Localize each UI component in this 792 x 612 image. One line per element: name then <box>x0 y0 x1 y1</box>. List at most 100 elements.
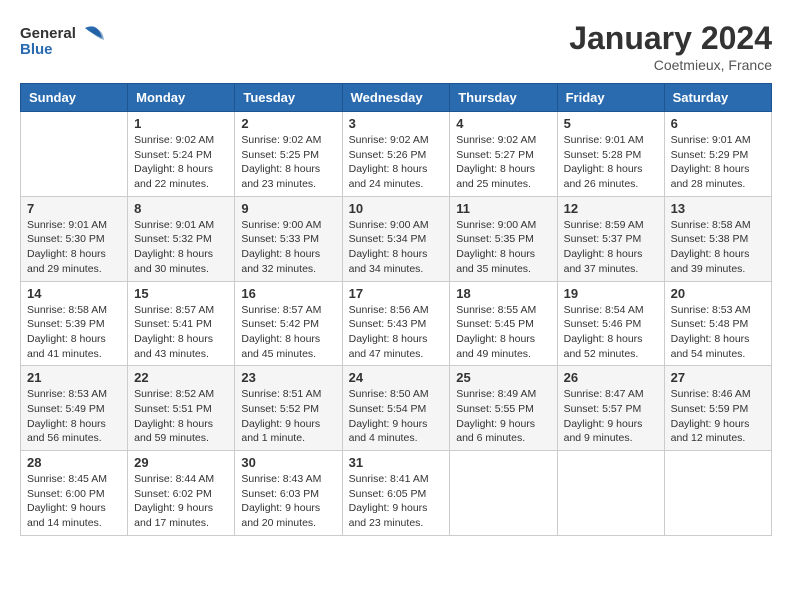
day-number: 31 <box>349 455 444 470</box>
day-cell: 24 Sunrise: 8:50 AMSunset: 5:54 PMDayligh… <box>342 366 450 451</box>
day-info: Sunrise: 9:00 AMSunset: 5:34 PMDaylight:… <box>349 218 444 277</box>
logo-svg: General Blue <box>20 20 110 62</box>
day-cell: 19 Sunrise: 8:54 AMSunset: 5:46 PMDayligh… <box>557 281 664 366</box>
day-info: Sunrise: 8:50 AMSunset: 5:54 PMDaylight:… <box>349 387 444 446</box>
weekday-header-tuesday: Tuesday <box>235 84 342 112</box>
day-info: Sunrise: 8:54 AMSunset: 5:46 PMDaylight:… <box>564 303 658 362</box>
day-info: Sunrise: 8:43 AMSunset: 6:03 PMDaylight:… <box>241 472 335 531</box>
day-cell: 26 Sunrise: 8:47 AMSunset: 5:57 PMDayligh… <box>557 366 664 451</box>
day-cell: 30 Sunrise: 8:43 AMSunset: 6:03 PMDayligh… <box>235 451 342 536</box>
day-cell <box>557 451 664 536</box>
calendar-table: SundayMondayTuesdayWednesdayThursdayFrid… <box>20 83 772 536</box>
day-info: Sunrise: 9:02 AMSunset: 5:24 PMDaylight:… <box>134 133 228 192</box>
day-cell: 14 Sunrise: 8:58 AMSunset: 5:39 PMDayligh… <box>21 281 128 366</box>
day-info: Sunrise: 9:02 AMSunset: 5:25 PMDaylight:… <box>241 133 335 192</box>
day-number: 17 <box>349 286 444 301</box>
day-cell: 16 Sunrise: 8:57 AMSunset: 5:42 PMDayligh… <box>235 281 342 366</box>
weekday-header-row: SundayMondayTuesdayWednesdayThursdayFrid… <box>21 84 772 112</box>
day-number: 6 <box>671 116 765 131</box>
day-info: Sunrise: 9:00 AMSunset: 5:35 PMDaylight:… <box>456 218 550 277</box>
weekday-header-wednesday: Wednesday <box>342 84 450 112</box>
week-row-5: 28 Sunrise: 8:45 AMSunset: 6:00 PMDayligh… <box>21 451 772 536</box>
page-header: General Blue January 2024 Coetmieux, Fra… <box>20 20 772 73</box>
day-cell: 3 Sunrise: 9:02 AMSunset: 5:26 PMDaylight… <box>342 112 450 197</box>
day-cell: 15Sunrise: 8:57 AMSunset: 5:41 PMDayligh… <box>128 281 235 366</box>
location-title: Coetmieux, France <box>569 57 772 73</box>
day-cell: 18 Sunrise: 8:55 AMSunset: 5:45 PMDayligh… <box>450 281 557 366</box>
weekday-header-thursday: Thursday <box>450 84 557 112</box>
day-cell: 25 Sunrise: 8:49 AMSunset: 5:55 PMDayligh… <box>450 366 557 451</box>
day-number: 7 <box>27 201 121 216</box>
day-number: 22 <box>134 370 228 385</box>
day-number: 19 <box>564 286 658 301</box>
day-info: Sunrise: 8:51 AMSunset: 5:52 PMDaylight:… <box>241 387 335 446</box>
day-cell: 10 Sunrise: 9:00 AMSunset: 5:34 PMDayligh… <box>342 196 450 281</box>
svg-text:General: General <box>20 25 76 42</box>
day-cell: 27Sunrise: 8:46 AMSunset: 5:59 PMDayligh… <box>664 366 771 451</box>
day-cell: 17 Sunrise: 8:56 AMSunset: 5:43 PMDayligh… <box>342 281 450 366</box>
day-info: Sunrise: 8:53 AMSunset: 5:49 PMDaylight:… <box>27 387 121 446</box>
day-cell: 4 Sunrise: 9:02 AMSunset: 5:27 PMDaylight… <box>450 112 557 197</box>
day-info: Sunrise: 8:55 AMSunset: 5:45 PMDaylight:… <box>456 303 550 362</box>
day-number: 30 <box>241 455 335 470</box>
day-cell: 5 Sunrise: 9:01 AMSunset: 5:28 PMDaylight… <box>557 112 664 197</box>
day-number: 10 <box>349 201 444 216</box>
day-number: 24 <box>349 370 444 385</box>
day-info: Sunrise: 8:57 AMSunset: 5:42 PMDaylight:… <box>241 303 335 362</box>
day-cell: 9 Sunrise: 9:00 AMSunset: 5:33 PMDaylight… <box>235 196 342 281</box>
day-cell: 6Sunrise: 9:01 AMSunset: 5:29 PMDaylight… <box>664 112 771 197</box>
week-row-1: 1 Sunrise: 9:02 AMSunset: 5:24 PMDaylight… <box>21 112 772 197</box>
day-cell: 12Sunrise: 8:59 AMSunset: 5:37 PMDayligh… <box>557 196 664 281</box>
day-info: Sunrise: 8:56 AMSunset: 5:43 PMDaylight:… <box>349 303 444 362</box>
day-number: 29 <box>134 455 228 470</box>
day-info: Sunrise: 8:44 AMSunset: 6:02 PMDaylight:… <box>134 472 228 531</box>
day-number: 4 <box>456 116 550 131</box>
day-info: Sunrise: 9:02 AMSunset: 5:26 PMDaylight:… <box>349 133 444 192</box>
day-info: Sunrise: 8:41 AMSunset: 6:05 PMDaylight:… <box>349 472 444 531</box>
day-cell: 13 Sunrise: 8:58 AMSunset: 5:38 PMDayligh… <box>664 196 771 281</box>
day-info: Sunrise: 9:02 AMSunset: 5:27 PMDaylight:… <box>456 133 550 192</box>
day-number: 13 <box>671 201 765 216</box>
day-number: 3 <box>349 116 444 131</box>
day-info: Sunrise: 8:58 AMSunset: 5:39 PMDaylight:… <box>27 303 121 362</box>
day-cell: 2Sunrise: 9:02 AMSunset: 5:25 PMDaylight… <box>235 112 342 197</box>
day-cell: 11 Sunrise: 9:00 AMSunset: 5:35 PMDayligh… <box>450 196 557 281</box>
day-info: Sunrise: 8:49 AMSunset: 5:55 PMDaylight:… <box>456 387 550 446</box>
day-number: 11 <box>456 201 550 216</box>
day-number: 16 <box>241 286 335 301</box>
day-number: 28 <box>27 455 121 470</box>
day-cell: 22Sunrise: 8:52 AMSunset: 5:51 PMDayligh… <box>128 366 235 451</box>
day-number: 21 <box>27 370 121 385</box>
day-cell: 21 Sunrise: 8:53 AMSunset: 5:49 PMDayligh… <box>21 366 128 451</box>
day-cell <box>450 451 557 536</box>
day-cell: 7 Sunrise: 9:01 AMSunset: 5:30 PMDaylight… <box>21 196 128 281</box>
svg-text:Blue: Blue <box>20 41 53 58</box>
day-number: 27 <box>671 370 765 385</box>
day-number: 9 <box>241 201 335 216</box>
day-number: 26 <box>564 370 658 385</box>
title-section: January 2024 Coetmieux, France <box>569 20 772 73</box>
day-info: Sunrise: 8:59 AMSunset: 5:37 PMDaylight:… <box>564 218 658 277</box>
weekday-header-monday: Monday <box>128 84 235 112</box>
week-row-4: 21 Sunrise: 8:53 AMSunset: 5:49 PMDayligh… <box>21 366 772 451</box>
day-info: Sunrise: 8:58 AMSunset: 5:38 PMDaylight:… <box>671 218 765 277</box>
day-info: Sunrise: 9:00 AMSunset: 5:33 PMDaylight:… <box>241 218 335 277</box>
day-number: 1 <box>134 116 228 131</box>
day-cell: 1 Sunrise: 9:02 AMSunset: 5:24 PMDaylight… <box>128 112 235 197</box>
day-number: 23 <box>241 370 335 385</box>
day-number: 20 <box>671 286 765 301</box>
day-info: Sunrise: 9:01 AMSunset: 5:28 PMDaylight:… <box>564 133 658 192</box>
day-number: 25 <box>456 370 550 385</box>
day-info: Sunrise: 8:47 AMSunset: 5:57 PMDaylight:… <box>564 387 658 446</box>
day-number: 18 <box>456 286 550 301</box>
day-info: Sunrise: 8:53 AMSunset: 5:48 PMDaylight:… <box>671 303 765 362</box>
day-cell: 8Sunrise: 9:01 AMSunset: 5:32 PMDaylight… <box>128 196 235 281</box>
day-info: Sunrise: 9:01 AMSunset: 5:30 PMDaylight:… <box>27 218 121 277</box>
day-number: 5 <box>564 116 658 131</box>
logo: General Blue <box>20 20 110 62</box>
day-number: 14 <box>27 286 121 301</box>
day-info: Sunrise: 8:45 AMSunset: 6:00 PMDaylight:… <box>27 472 121 531</box>
day-cell: 31 Sunrise: 8:41 AMSunset: 6:05 PMDayligh… <box>342 451 450 536</box>
day-number: 15 <box>134 286 228 301</box>
day-cell: 23 Sunrise: 8:51 AMSunset: 5:52 PMDayligh… <box>235 366 342 451</box>
